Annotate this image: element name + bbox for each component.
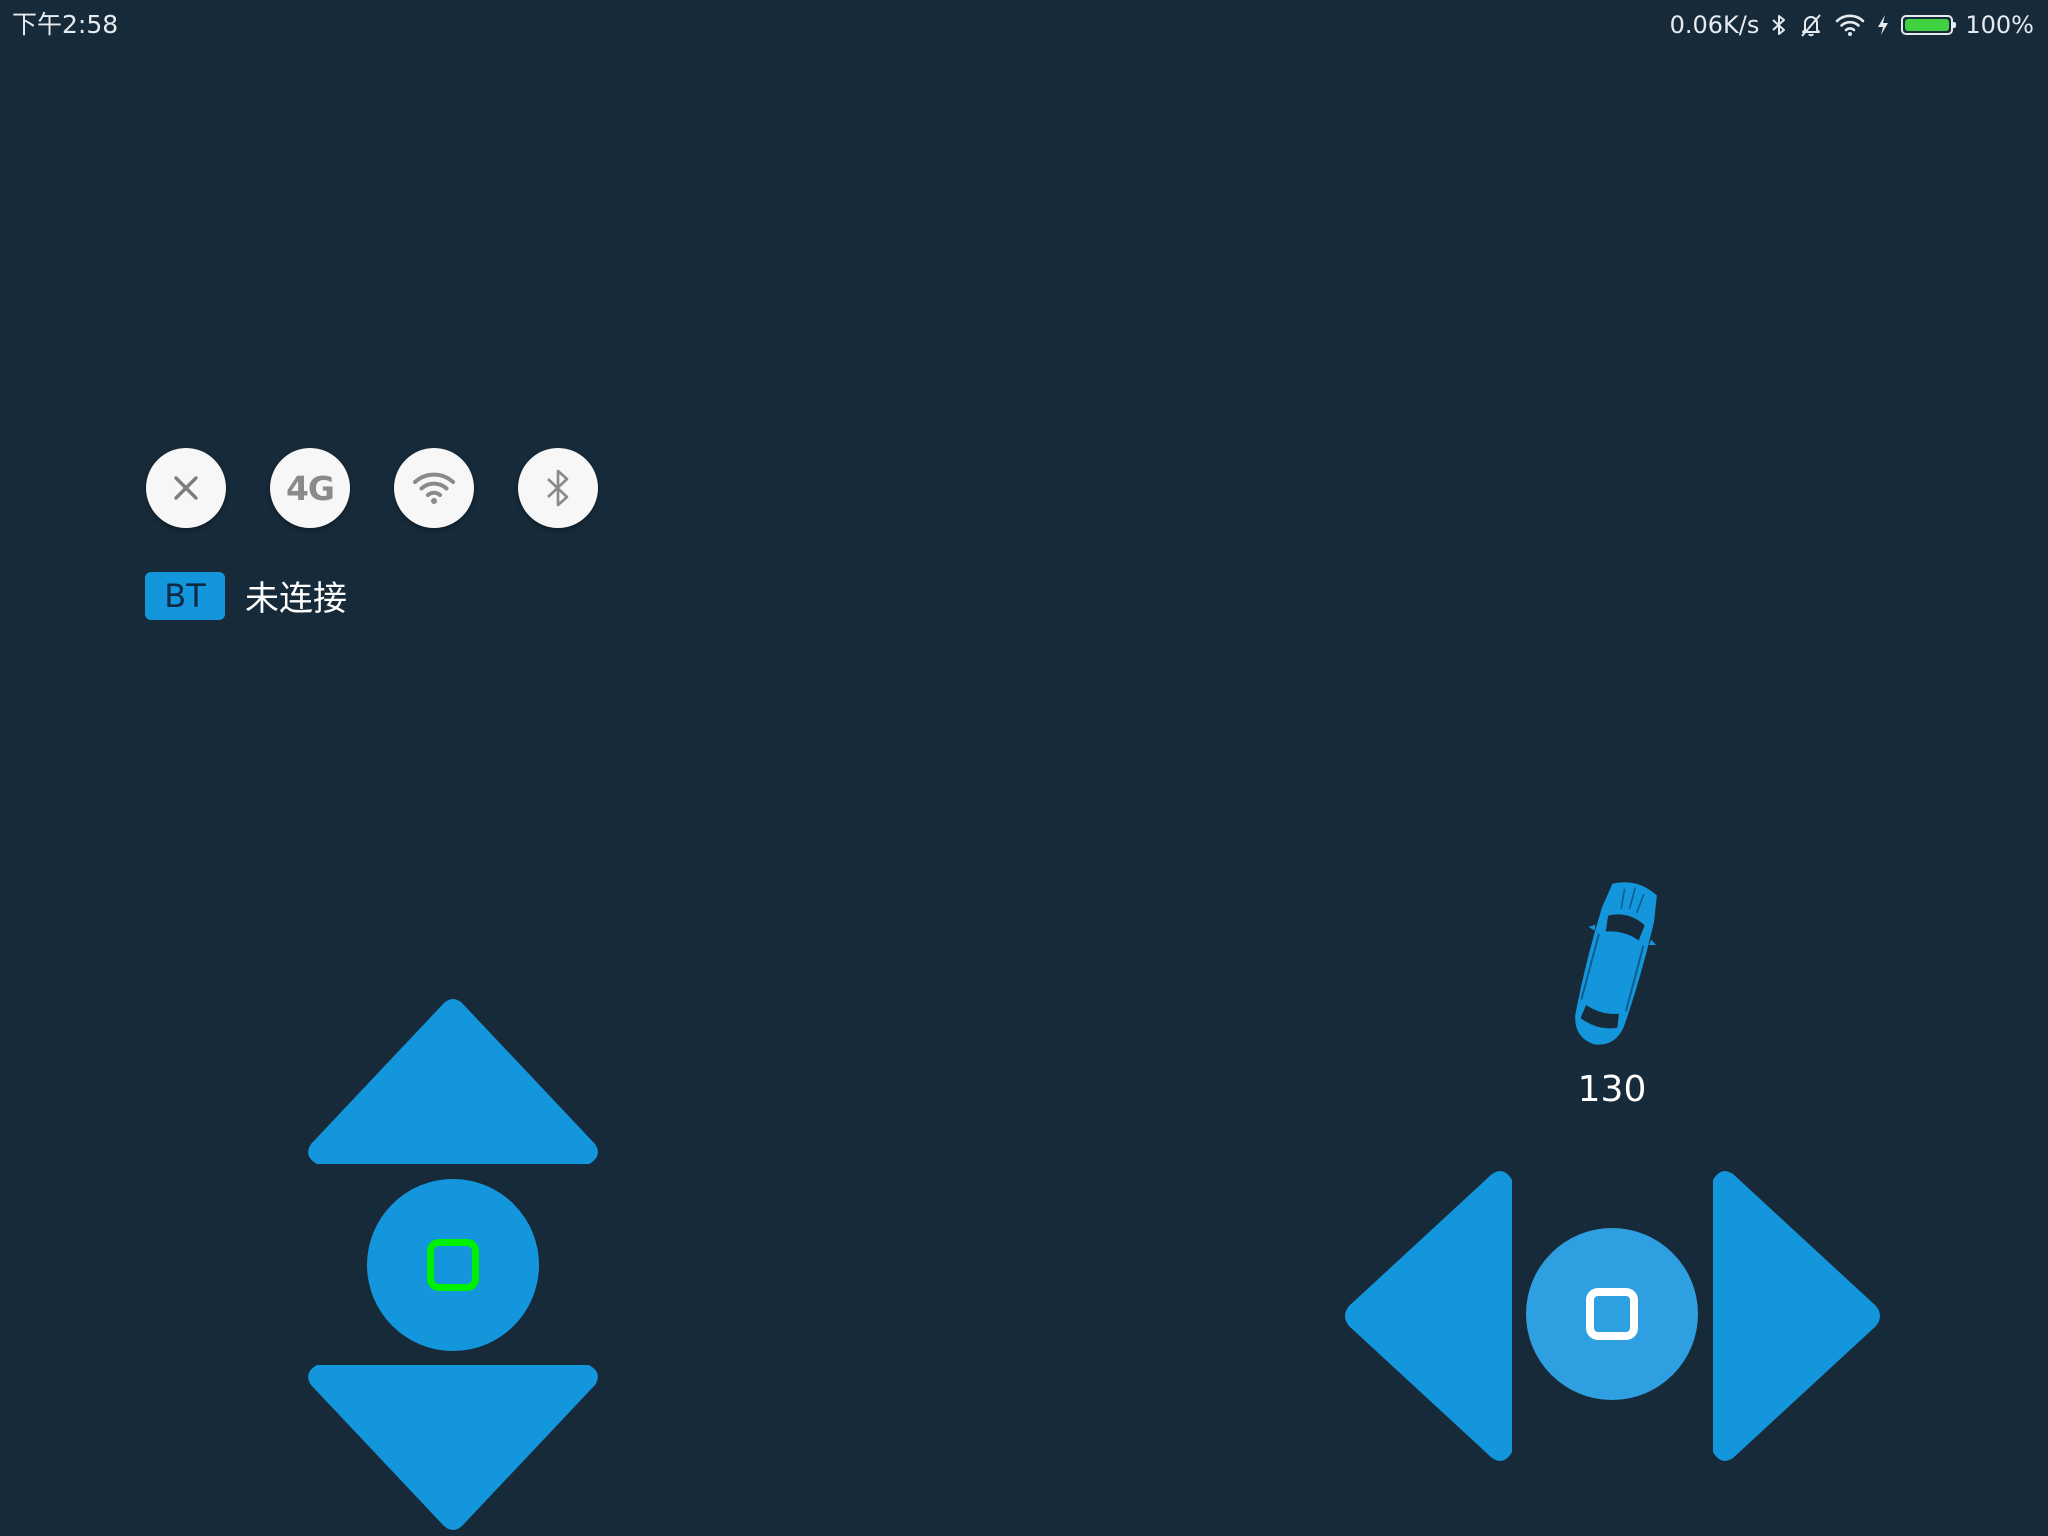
right-arrow-icon [1710,1168,1882,1464]
stop-icon [427,1239,479,1291]
car-icon [1560,873,1670,1057]
stop-icon [1586,1288,1638,1340]
reverse-button[interactable] [306,1364,600,1534]
cellular-4g-button[interactable]: 4G [270,448,350,528]
bt-badge: BT [145,571,225,620]
left-arrow-icon [1343,1168,1515,1464]
wifi-icon [412,470,456,506]
disconnect-button[interactable] [146,448,226,528]
close-icon [173,475,199,501]
bluetooth-button[interactable] [518,448,598,528]
down-arrow-icon [306,1364,600,1534]
bluetooth-icon [544,466,572,510]
bell-off-icon [1799,12,1823,38]
wifi-icon [1835,13,1865,37]
steer-right-button[interactable] [1710,1168,1882,1464]
battery-fill [1905,19,1950,31]
status-time: 下午2:58 [12,10,119,39]
status-bar: 下午2:58 0.06K/s 100% [0,0,2048,50]
steering-center-button[interactable] [1526,1228,1698,1400]
steering-angle-value: 130 [1577,1069,1647,1110]
battery-percent: 100% [1965,11,2034,39]
charging-icon [1877,14,1889,36]
connection-mode-buttons: 4G [146,448,598,528]
connection-status: BT 未连接 [145,571,347,620]
connection-status-text: 未连接 [245,579,347,619]
cellular-4g-label: 4G [285,468,335,508]
bluetooth-icon [1771,13,1787,37]
network-speed: 0.06K/s [1669,11,1760,39]
up-arrow-icon [306,998,600,1168]
forward-button[interactable] [306,998,600,1168]
wifi-button[interactable] [394,448,474,528]
battery-icon [1901,15,1957,35]
throttle-stop-button[interactable] [367,1179,539,1351]
status-right-group: 0.06K/s 100% [1670,8,2034,42]
steer-left-button[interactable] [1343,1168,1515,1464]
